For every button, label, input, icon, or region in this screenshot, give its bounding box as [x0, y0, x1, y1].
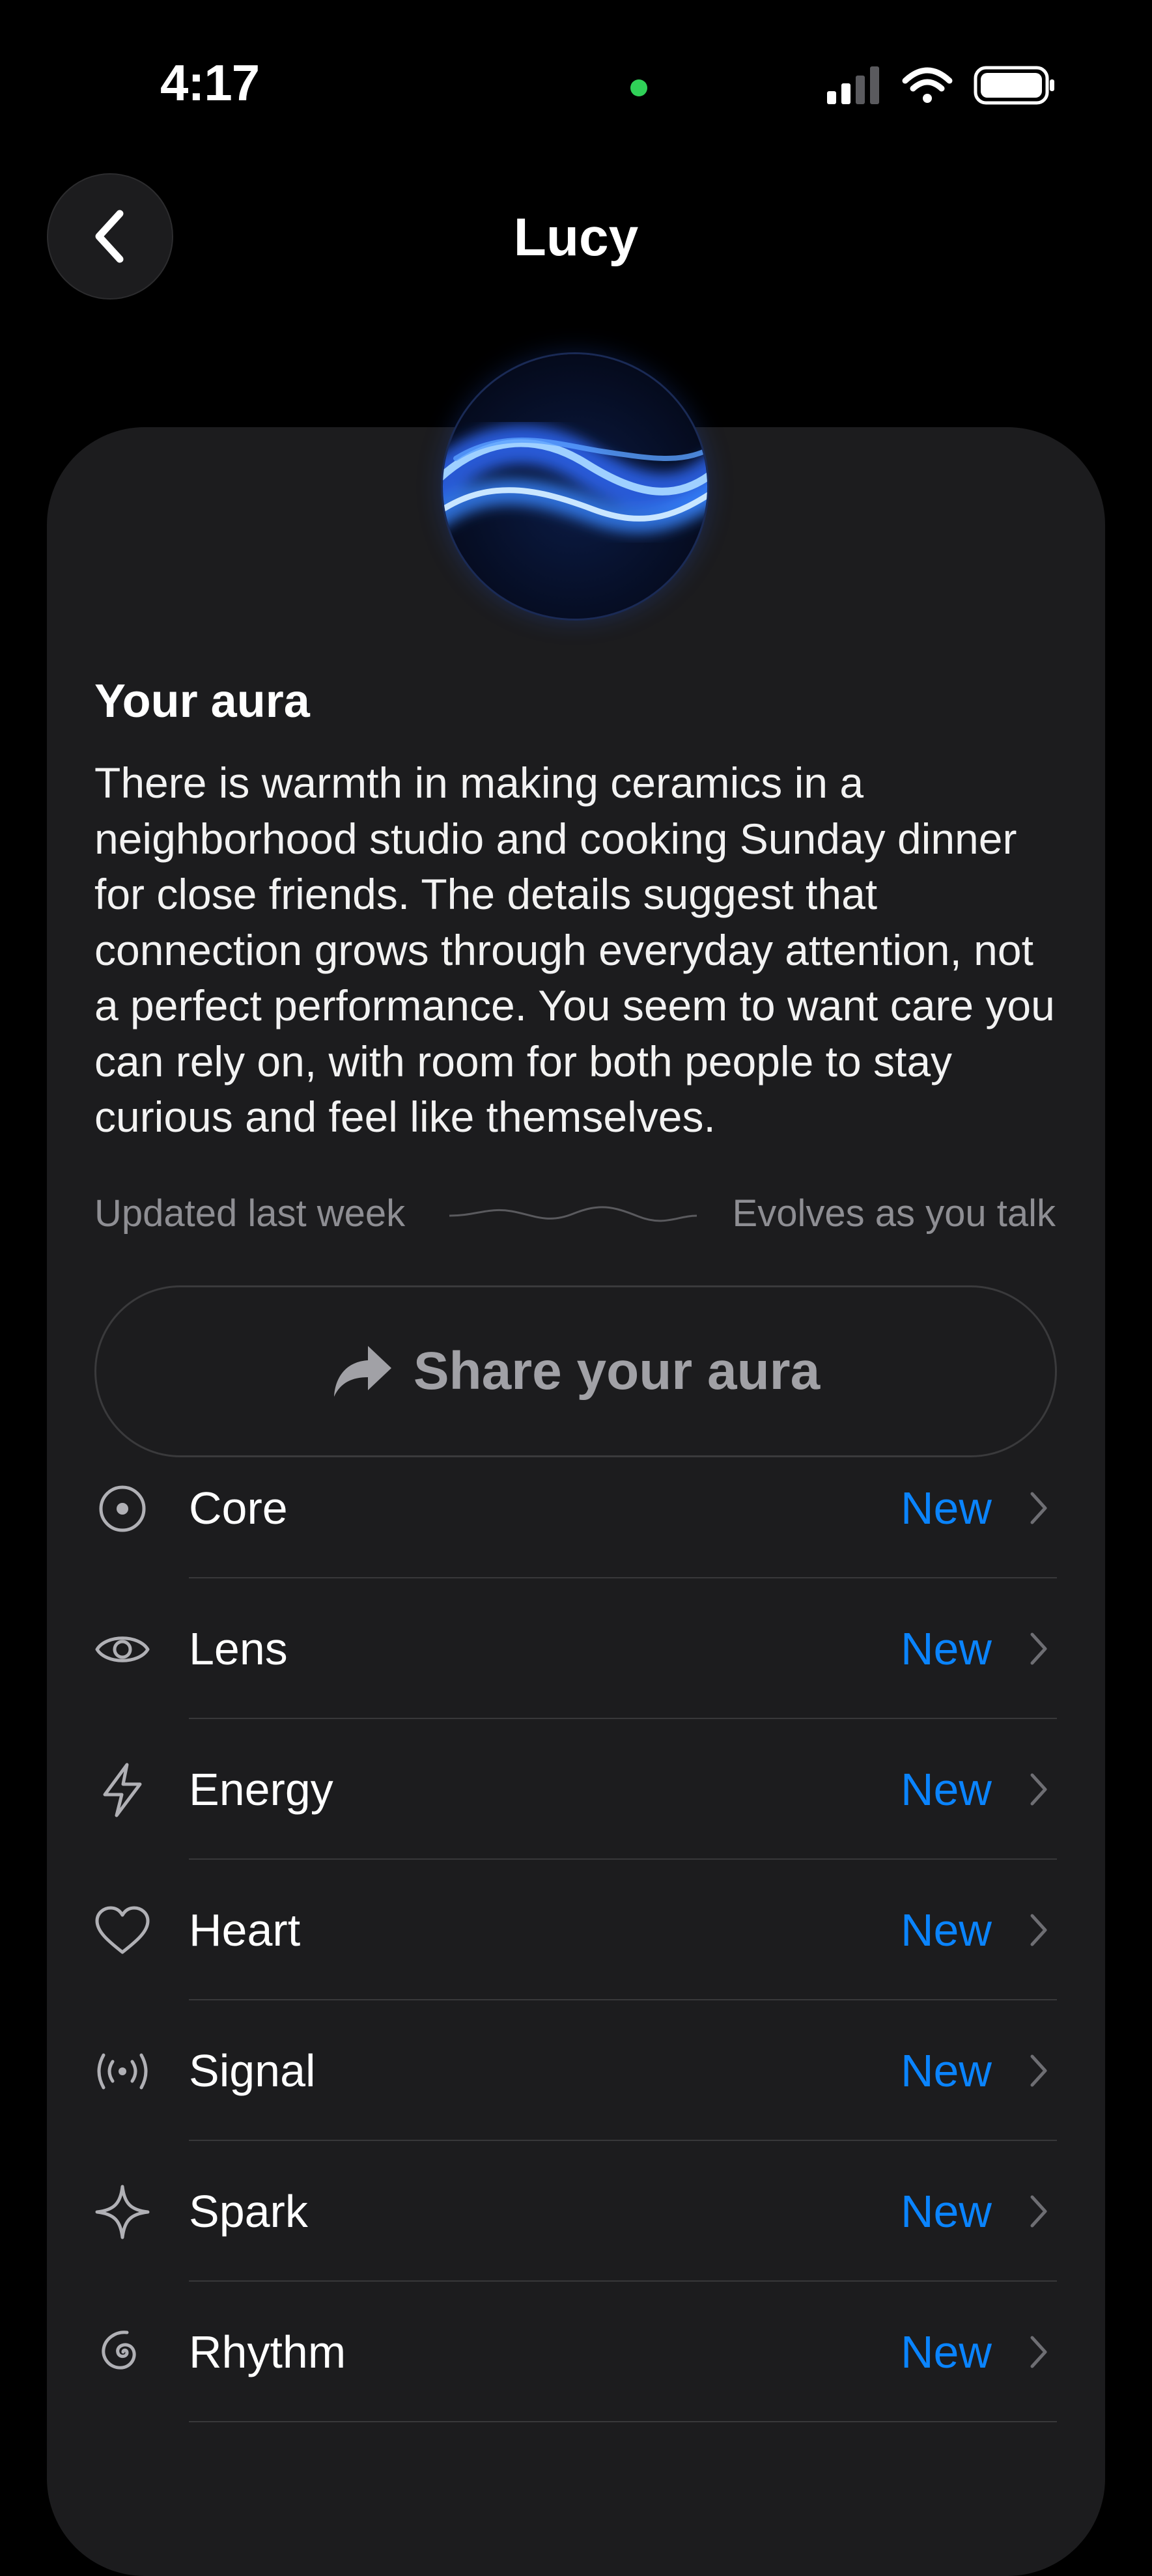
- status-time: 4:17: [160, 54, 260, 111]
- chevron-right-icon: [1030, 1632, 1047, 1665]
- lightning-icon: [103, 1763, 142, 1817]
- list-item-label: Heart: [189, 1905, 301, 1955]
- aura-description: There is warmth in making ceramics in a …: [94, 759, 1055, 1141]
- new-badge: New: [900, 1764, 992, 1815]
- share-aura-button[interactable]: Share your aura: [94, 1285, 1057, 1457]
- list-item-spark[interactable]: Spark New: [94, 2141, 1057, 2282]
- evolves-label: Evolves as you talk: [732, 1192, 1056, 1235]
- list-item-label: Energy: [189, 1764, 333, 1815]
- list-item-label: Core: [189, 1483, 288, 1533]
- battery-icon: [974, 66, 1054, 105]
- chevron-right-icon: [1030, 1773, 1047, 1806]
- new-badge: New: [900, 1905, 992, 1955]
- signal-bars-icon: [827, 66, 879, 104]
- wave-divider: [449, 1206, 697, 1222]
- list-item-core[interactable]: Core New: [94, 1438, 1057, 1578]
- share-arrow-icon: [333, 1346, 391, 1397]
- list-item-label: Rhythm: [189, 2327, 346, 2377]
- aura-title: Your aura: [94, 675, 310, 727]
- heart-icon: [95, 1906, 150, 1954]
- chevron-right-icon: [1030, 1492, 1047, 1524]
- list-item-heart[interactable]: Heart New: [94, 1860, 1057, 2000]
- list-item-energy[interactable]: Energy New: [94, 1719, 1057, 1860]
- page-title: Lucy: [513, 208, 639, 267]
- chevron-right-icon: [1030, 2336, 1047, 2368]
- chevron-right-icon: [1030, 1914, 1047, 1946]
- signal-waves-icon: [97, 2053, 148, 2090]
- list-item-label: Spark: [189, 2186, 308, 2237]
- aura-orb: [443, 354, 707, 619]
- new-badge: New: [900, 2186, 992, 2237]
- sparkle-icon: [95, 2185, 150, 2239]
- list-item-label: Lens: [189, 1623, 288, 1674]
- list-item-label: Signal: [189, 2045, 316, 2096]
- list-item-signal[interactable]: Signal New: [94, 2000, 1057, 2141]
- wifi-icon: [902, 67, 953, 103]
- divider: [189, 2421, 1057, 2422]
- aura-sections-list: Core New Lens New Energy New Heart New S…: [94, 1438, 1057, 2422]
- new-badge: New: [900, 1623, 992, 1674]
- chevron-right-icon: [1030, 2054, 1047, 2087]
- target-icon: [99, 1485, 146, 1532]
- eye-icon: [95, 1636, 150, 1662]
- share-aura-label: Share your aura: [413, 1341, 821, 1401]
- new-badge: New: [900, 2327, 992, 2377]
- chevron-right-icon: [1030, 2195, 1047, 2228]
- list-item-rhythm[interactable]: Rhythm New: [94, 2282, 1057, 2422]
- updated-label: Updated last week: [94, 1192, 406, 1235]
- spiral-icon: [102, 2331, 136, 2370]
- status-icons: [827, 66, 1054, 105]
- list-item-lens[interactable]: Lens New: [94, 1578, 1057, 1719]
- new-badge: New: [900, 1483, 992, 1533]
- new-badge: New: [900, 2045, 992, 2096]
- privacy-indicator-dot: [630, 79, 647, 96]
